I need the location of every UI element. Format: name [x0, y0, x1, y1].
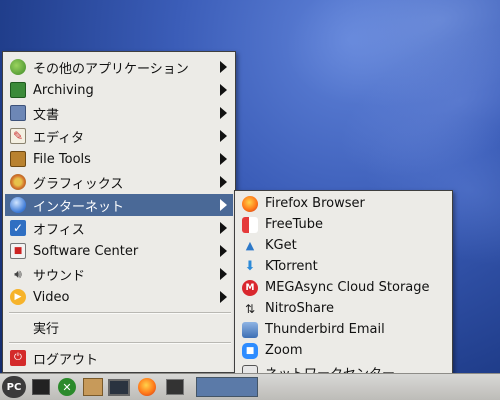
terminal-launcher[interactable] — [30, 376, 52, 398]
submenu-item-label: Zoom — [265, 343, 303, 358]
file-tools-icon — [10, 151, 26, 167]
thunderbird-icon — [242, 321, 258, 338]
submenu-arrow-icon — [220, 84, 227, 96]
graphics-icon — [10, 174, 26, 190]
menu-item-video[interactable]: ▶ Video — [5, 286, 233, 308]
submenu-arrow-icon — [220, 61, 227, 73]
submenu-item-label: KTorrent — [265, 259, 318, 274]
menu-item-label: Archiving — [33, 82, 94, 98]
menu-item-label: 文書 — [33, 107, 60, 123]
submenu-item-kget[interactable]: ▲ KGet — [237, 235, 451, 256]
zoom-icon: ■ — [242, 342, 258, 359]
monitor-icon — [108, 378, 130, 396]
submenu-item-zoom[interactable]: ■ Zoom — [237, 340, 451, 361]
menu-item-label: グラフィックス — [33, 176, 124, 192]
start-menu-label: PC — [6, 381, 22, 393]
monitor-launcher[interactable] — [108, 376, 130, 398]
xbox-icon: ✕ — [58, 378, 76, 396]
submenu-arrow-icon — [220, 268, 227, 280]
menu-item-label: Software Center — [33, 243, 139, 259]
firefox-icon — [138, 378, 156, 396]
package-icon — [83, 378, 103, 396]
submenu-item-thunderbird[interactable]: Thunderbird Email — [237, 319, 451, 340]
taskbar-window-button[interactable] — [196, 377, 258, 397]
terminal-icon — [32, 379, 50, 395]
submenu-item-label: NitroShare — [265, 301, 334, 316]
menu-item-label: サウンド — [33, 268, 86, 284]
package-launcher[interactable] — [82, 376, 104, 398]
freetube-icon — [242, 216, 258, 233]
window-icon — [166, 379, 184, 395]
menu-item-label: インターネット — [33, 199, 125, 215]
menu-item-logout[interactable]: ⏻ ログアウト — [5, 347, 233, 369]
menu-item-run[interactable]: 実行 — [5, 316, 233, 338]
software-center-icon: ■ — [10, 243, 26, 259]
office-icon: ✓ — [10, 220, 26, 236]
kget-icon: ▲ — [245, 239, 255, 252]
menu-item-graphics[interactable]: グラフィックス — [5, 171, 233, 193]
internet-icon — [10, 197, 26, 213]
run-icon — [10, 319, 26, 335]
video-icon: ▶ — [10, 289, 26, 305]
taskbar: PC ✕ — [0, 373, 500, 400]
submenu-item-label: Firefox Browser — [265, 196, 365, 211]
submenu-item-ktorrent[interactable]: ⬇ KTorrent — [237, 256, 451, 277]
menu-item-software-center[interactable]: ■ Software Center — [5, 240, 233, 262]
firefox-icon — [242, 195, 258, 212]
menu-item-archiving[interactable]: Archiving — [5, 79, 233, 101]
menu-item-file-tools[interactable]: File Tools — [5, 148, 233, 170]
xbox-launcher[interactable]: ✕ — [56, 376, 78, 398]
internet-submenu: Firefox Browser FreeTube ▲ KGet ⬇ KTorre… — [234, 190, 453, 388]
menu-item-label: その他のアプリケーション — [33, 61, 189, 77]
submenu-item-nitroshare[interactable]: ⇅ NitroShare — [237, 298, 451, 319]
menu-item-label: オフィス — [33, 222, 85, 238]
submenu-arrow-icon — [220, 176, 227, 188]
logout-icon: ⏻ — [10, 350, 26, 366]
submenu-arrow-icon — [220, 130, 227, 142]
menu-item-label: ログアウト — [33, 352, 99, 368]
ktorrent-icon: ⬇ — [244, 259, 256, 274]
menu-item-label: エディタ — [33, 130, 85, 146]
start-menu-button[interactable]: PC — [2, 376, 26, 398]
submenu-item-label: Thunderbird Email — [265, 322, 385, 337]
menu-item-editors[interactable]: ✎ エディタ — [5, 125, 233, 147]
submenu-item-label: FreeTube — [265, 217, 324, 232]
menu-item-other-apps[interactable]: その他のアプリケーション — [5, 56, 233, 78]
menu-separator — [9, 312, 231, 314]
submenu-arrow-icon — [220, 291, 227, 303]
editor-icon: ✎ — [10, 128, 26, 144]
mega-icon: M — [242, 279, 258, 296]
menu-item-label: Video — [33, 289, 70, 305]
submenu-arrow-icon — [220, 222, 227, 234]
submenu-item-megasync[interactable]: M MEGAsync Cloud Storage — [237, 277, 451, 298]
menu-item-documents[interactable]: 文書 — [5, 102, 233, 124]
submenu-arrow-icon — [220, 199, 227, 211]
menu-item-office[interactable]: ✓ オフィス — [5, 217, 233, 239]
submenu-item-label: KGet — [265, 238, 297, 253]
menu-item-label: File Tools — [33, 151, 91, 167]
submenu-item-firefox[interactable]: Firefox Browser — [237, 193, 451, 214]
submenu-arrow-icon — [220, 153, 227, 165]
application-menu: その他のアプリケーション Archiving 文書 ✎ エディタ File To… — [2, 51, 236, 373]
menu-item-internet[interactable]: インターネット — [5, 194, 233, 216]
archive-icon — [10, 82, 26, 98]
submenu-arrow-icon — [220, 245, 227, 257]
menu-item-label: 実行 — [33, 321, 60, 337]
other-apps-icon — [10, 59, 26, 75]
sound-icon: 🔊︎ — [14, 267, 22, 281]
submenu-item-label: MEGAsync Cloud Storage — [265, 280, 430, 295]
document-icon — [10, 105, 26, 121]
nitroshare-icon: ⇅ — [244, 301, 256, 316]
firefox-launcher[interactable] — [136, 376, 158, 398]
menu-item-sound[interactable]: 🔊︎ サウンド — [5, 263, 233, 285]
submenu-arrow-icon — [220, 107, 227, 119]
window-launcher[interactable] — [164, 376, 186, 398]
menu-separator — [9, 342, 231, 344]
submenu-item-freetube[interactable]: FreeTube — [237, 214, 451, 235]
